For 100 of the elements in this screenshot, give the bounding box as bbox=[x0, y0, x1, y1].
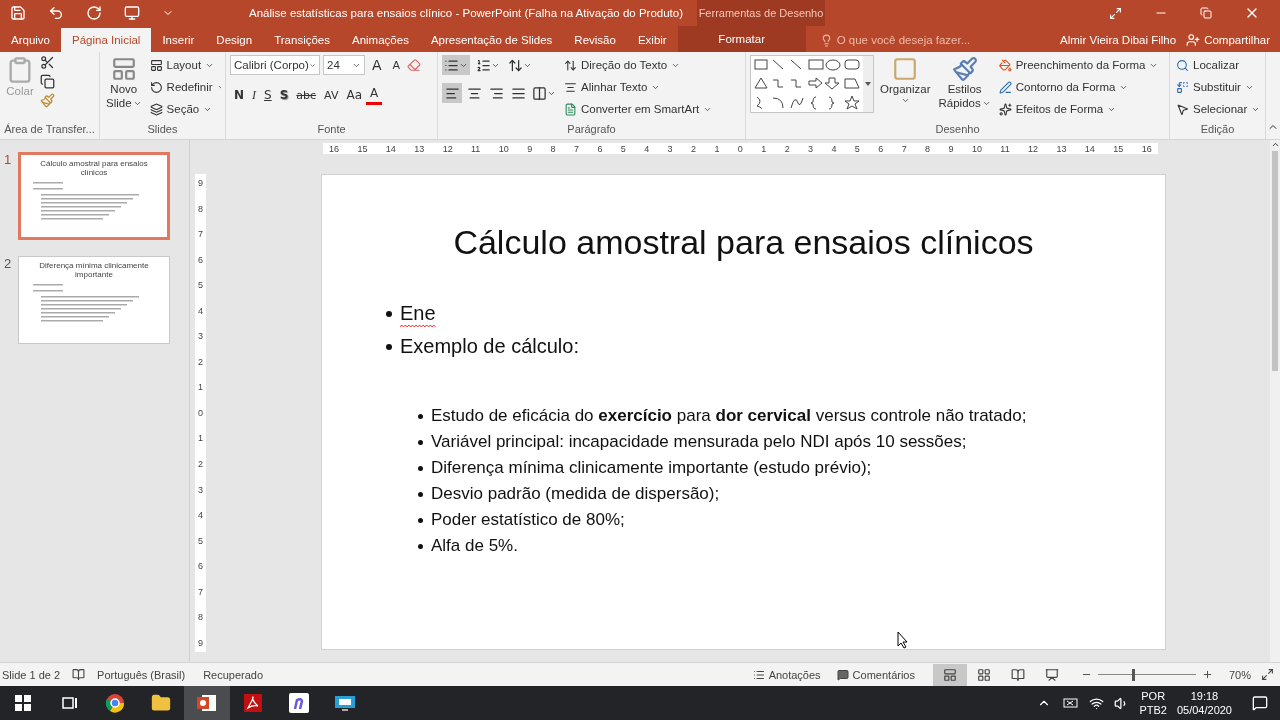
group-label: Parágrafo bbox=[566, 123, 617, 137]
bullet-text: Exemplo de cálculo: bbox=[400, 335, 579, 358]
ruler-number: 2 bbox=[784, 143, 790, 154]
editing-button[interactable]: Selecionar bbox=[1174, 99, 1261, 119]
ruler-number: 6 bbox=[878, 143, 884, 154]
ruler-number: 1 bbox=[198, 433, 203, 444]
group-label: Área de Transfer... bbox=[4, 123, 95, 137]
editing-button[interactable]: Substituir bbox=[1174, 77, 1256, 97]
ribbon-tab[interactable]: Exibir bbox=[626, 28, 678, 52]
slide-title: Cálculo amostral para ensaios clínicos bbox=[453, 223, 1034, 262]
paragraph-menu-button[interactable]: Direção do Texto bbox=[562, 55, 683, 75]
ruler-number: 8 bbox=[198, 612, 203, 623]
ruler-number: 6 bbox=[597, 143, 603, 154]
grow-font-button[interactable]: A bbox=[368, 55, 386, 75]
ribbon-tab[interactable]: Página Inicial bbox=[61, 28, 152, 52]
ruler-number: 0 bbox=[737, 143, 743, 154]
ruler-number: 7 bbox=[198, 229, 203, 240]
ruler-number: 4 bbox=[198, 305, 203, 316]
bullet-text: Alfa de 5%. bbox=[431, 536, 518, 556]
new-slide-button[interactable]: Novo Slide bbox=[104, 55, 144, 123]
bullet-text: Ene bbox=[400, 302, 436, 325]
ruler-number: 8 bbox=[925, 143, 931, 154]
paragraph-menu-button[interactable]: Alinhar Texto bbox=[562, 77, 663, 97]
quick-styles-button[interactable]: Estilos Rápidos bbox=[936, 55, 993, 123]
format-button[interactable]: I bbox=[248, 85, 261, 105]
notes-button[interactable]: Anotações bbox=[750, 668, 823, 681]
slide-thumbnail[interactable]: Cálculo amostral para ensaios clínicos bbox=[18, 152, 170, 240]
ruler-number: 9 bbox=[198, 178, 203, 188]
ribbon-tab[interactable]: Revisão bbox=[563, 28, 627, 52]
arrange-button[interactable]: Organizar bbox=[878, 55, 933, 123]
window-title: Análise estatísticas para ensaios clínico - PowerPoint (Falha na Ativação do Produto) bbox=[247, 7, 684, 19]
format-button[interactable]: abc bbox=[292, 85, 321, 105]
save-status: Recuperado bbox=[202, 668, 265, 681]
group-label: Slides bbox=[146, 123, 179, 137]
ruler-number: 3 bbox=[198, 331, 203, 342]
ruler-number: 7 bbox=[901, 143, 907, 154]
bullet-text: Diferença mínima clinicamente importante (estudo prévio); bbox=[431, 458, 872, 478]
paragraph-menu-button[interactable]: Converter em SmartArt bbox=[562, 99, 715, 119]
font-size-field[interactable]: 24 bbox=[323, 55, 365, 75]
format-button[interactable]: S bbox=[275, 85, 293, 105]
slide-thumbnail[interactable]: Diferença mínima clinicamente importante bbox=[18, 256, 170, 344]
shrink-font-button[interactable]: A bbox=[388, 55, 405, 75]
slide-counter: Slide 1 de 2 bbox=[1, 668, 62, 681]
file-tab[interactable]: Arquivo bbox=[0, 28, 61, 52]
ruler-number: 16 bbox=[329, 143, 339, 154]
bullet-text: Variável principal: incapacidade mensurada pelo NDI após 10 sessões; bbox=[431, 432, 967, 452]
ruler-number: 9 bbox=[948, 143, 954, 154]
format-button[interactable]: Aa bbox=[342, 85, 367, 105]
ruler-number: 3 bbox=[808, 143, 814, 154]
ruler-number: 3 bbox=[198, 484, 203, 495]
ruler-number: 7 bbox=[574, 143, 579, 154]
format-button[interactable]: AV bbox=[320, 85, 343, 105]
ribbon-tab[interactable]: Apresentação de Slides bbox=[419, 28, 564, 52]
ruler-number: 5 bbox=[854, 143, 860, 154]
slide-number: 1 bbox=[4, 152, 13, 169]
shape-format-button[interactable]: Contorno da Forma bbox=[996, 77, 1131, 97]
slides-menu-button[interactable]: Seção bbox=[147, 99, 215, 119]
bullet-text: Desvio padrão (medida de dispersão); bbox=[431, 484, 720, 504]
ribbon-tab[interactable]: Inserir bbox=[151, 28, 206, 52]
editing-button[interactable]: Localizar bbox=[1174, 55, 1242, 75]
bullet-text: Poder estatístico de 80%; bbox=[431, 510, 625, 530]
ruler-number: 11 bbox=[1000, 143, 1010, 154]
language-indicator[interactable]: Português (Brasil) bbox=[95, 668, 188, 681]
ruler-number: 3 bbox=[667, 143, 673, 154]
contextual-tab-group: Ferramentas de Desenho bbox=[697, 0, 825, 26]
ribbon-tab[interactable]: Formatar bbox=[677, 26, 806, 52]
ribbon-tab[interactable]: Design bbox=[205, 28, 264, 52]
thumbnail-title: Cálculo amostral para ensaios clínicos bbox=[39, 159, 149, 177]
ruler-number: 5 bbox=[620, 143, 626, 154]
shape-format-button[interactable]: Preenchimento da Forma bbox=[996, 55, 1161, 75]
comments-button[interactable]: Comentários bbox=[834, 668, 917, 681]
ruler-number: 2 bbox=[198, 356, 203, 367]
bullet-text: Estudo de eficácia do exercício para dor cervical versus controle não tratado; bbox=[431, 406, 1027, 426]
ruler-number: 13 bbox=[1056, 143, 1067, 154]
share-button[interactable]: Compartilhar bbox=[1186, 28, 1280, 52]
ruler-number: 8 bbox=[198, 203, 203, 214]
ruler-number: 15 bbox=[357, 143, 368, 154]
ruler-number: 6 bbox=[198, 254, 203, 265]
shape-format-button[interactable]: Efeitos de Forma bbox=[996, 99, 1119, 119]
ruler-number: 8 bbox=[550, 143, 556, 154]
ruler-number: 4 bbox=[198, 510, 203, 521]
ruler-number: 15 bbox=[1113, 143, 1124, 154]
ribbon-tab[interactable]: Transições bbox=[263, 28, 341, 52]
ruler-number: 10 bbox=[971, 143, 982, 154]
font-name-field[interactable]: Calibri (Corpo) bbox=[230, 55, 320, 75]
ribbon-tab[interactable]: Animações bbox=[341, 28, 420, 52]
format-button[interactable]: N bbox=[230, 85, 249, 105]
keyboard-language[interactable]: POR PTB2 bbox=[1139, 689, 1167, 717]
clock[interactable]: 19:18 05/04/2020 bbox=[1176, 689, 1232, 717]
format-button[interactable]: S bbox=[260, 85, 276, 105]
ruler-number: 9 bbox=[198, 637, 203, 648]
ruler-number: 11 bbox=[471, 143, 481, 154]
ruler-number: 14 bbox=[385, 143, 396, 154]
zoom-level[interactable]: 70% bbox=[1226, 668, 1253, 681]
format-button[interactable]: A bbox=[366, 85, 383, 105]
ruler-number: 16 bbox=[1141, 143, 1152, 154]
slides-menu-button[interactable]: Layout bbox=[147, 55, 217, 75]
slides-menu-button[interactable]: Redefinir bbox=[147, 77, 221, 97]
thumbnail-title: Diferença mínima clinicamente importante bbox=[38, 261, 150, 279]
group-label: Fonte bbox=[316, 123, 347, 137]
